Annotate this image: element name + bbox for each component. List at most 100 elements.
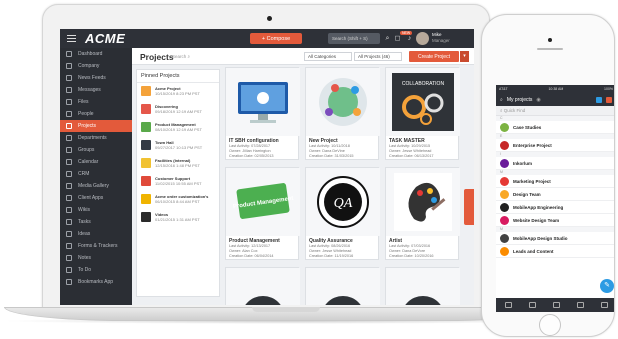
pinned-project-item[interactable]: Customer Support 11/02/2015 10:55 AM PST <box>137 173 219 191</box>
search-icon[interactable]: ⌕ <box>500 97 503 103</box>
projects-filter-select[interactable]: All Projects (46) <box>354 52 402 61</box>
company-icon <box>66 63 72 69</box>
pinned-project-item[interactable]: Acme order customization's 06/10/2015 8:4… <box>137 191 219 209</box>
phone-project-name: Leads and Content <box>513 248 554 254</box>
sidebar-item-ideas[interactable]: Ideas <box>60 228 132 240</box>
project-card[interactable] <box>225 267 300 305</box>
create-dropdown-icon[interactable]: ▾ <box>460 51 469 62</box>
search-icon[interactable]: ⌕ <box>383 34 392 43</box>
sidebar-item-groups[interactable]: Groups <box>60 144 132 156</box>
project-card[interactable] <box>385 267 460 305</box>
sidebar-item-forms-trackers[interactable]: Forms & Trackers <box>60 240 132 252</box>
sidebar-item-media-gallery[interactable]: Media Gallery <box>60 180 132 192</box>
phone-project-row[interactable]: Website Design Team <box>496 214 614 227</box>
sidebar-item-company[interactable]: Company <box>60 60 132 72</box>
pinned-project-item[interactable]: Facilities (Internal) 12/15/2016 1:48 PM … <box>137 155 219 173</box>
sidebar-item-bookmarks-app[interactable]: Bookmarks App <box>60 276 132 288</box>
quick-find-input[interactable]: ⌕ Quick Find <box>496 106 614 116</box>
phone-project-row[interactable]: MobileApp Engineering <box>496 201 614 214</box>
menu-icon[interactable] <box>67 35 76 42</box>
pinned-project-item[interactable]: Discovering 09/18/2019 12:19 AM PST <box>137 101 219 119</box>
compose-fab[interactable]: ✎ <box>600 279 614 293</box>
messages-tab-icon[interactable] <box>552 302 560 308</box>
project-card[interactable]: COLLABORATION TASK MASTER Last Activity: 1… <box>385 67 460 160</box>
laptop-camera <box>267 16 272 21</box>
compose-button[interactable]: + Compose <box>250 33 302 44</box>
project-card-title: Artist <box>389 238 403 244</box>
sidebar-item-tasks[interactable]: Tasks <box>60 216 132 228</box>
sidebar-item-to-do[interactable]: To Do <box>60 264 132 276</box>
pinned-project-item[interactable]: Product Management 08/10/2019 12:19 AM PS… <box>137 119 219 137</box>
sidebar-item-calendar[interactable]: Calendar <box>60 156 132 168</box>
phone-status-bar: AT&T 10:38 AM 100% <box>496 85 614 93</box>
phone-project-row[interactable]: Design Team <box>496 188 614 201</box>
chevron-down-icon[interactable]: ◉ <box>536 97 540 103</box>
sidebar-item-dashboard[interactable]: Dashboard <box>60 48 132 60</box>
project-card[interactable]: Product Management Product Management Last… <box>225 167 300 260</box>
phone-camera <box>548 38 552 42</box>
phone-project-row[interactable]: Marketing Project <box>496 175 614 188</box>
phone-project-row[interactable]: Case Studies <box>496 121 614 134</box>
sidebar-item-news-feeds[interactable]: News Feeds <box>60 72 132 84</box>
home-tab-icon[interactable] <box>504 302 512 308</box>
sidebar-item-notes[interactable]: Notes <box>60 252 132 264</box>
sidebar-item-crm[interactable]: CRM <box>60 168 132 180</box>
project-card[interactable]: QA Quality Assurance Last Activity: 08/26/… <box>305 167 380 260</box>
phone-home-button[interactable] <box>539 314 561 336</box>
bell-icon[interactable]: ♪ <box>405 34 414 43</box>
feedback-tab[interactable] <box>464 189 474 225</box>
notifications-icon[interactable] <box>606 96 612 103</box>
sidebar-item-label: News Feeds <box>78 75 106 81</box>
pinned-project-item[interactable]: Acme Project 10/15/2019 8:23 PM PST <box>137 83 219 101</box>
app-logo[interactable]: ACME <box>85 31 125 46</box>
project-card-title: Product Management <box>229 238 280 244</box>
sidebar-item-label: Bookmarks App <box>78 279 114 285</box>
apps-icon <box>66 195 72 201</box>
pinned-projects-title: Pinned Projects <box>137 70 219 83</box>
project-card[interactable]: IT SBH configuration Last Activity: 07/28… <box>225 67 300 160</box>
sidebar-item-files[interactable]: Files <box>60 96 132 108</box>
project-card[interactable] <box>305 267 380 305</box>
phone-project-row[interactable]: MobileApp Design Studio <box>496 232 614 245</box>
avatar[interactable] <box>416 32 429 45</box>
sidebar-item-messages[interactable]: Messages <box>60 84 132 96</box>
sidebar-item-projects[interactable]: Projects <box>60 120 132 132</box>
user-role: Manager <box>432 37 450 43</box>
people-icon[interactable] <box>596 96 602 103</box>
category-select[interactable]: All Categories <box>304 52 352 61</box>
phone-project-row[interactable]: Inkorlum <box>496 157 614 170</box>
clock: 10:38 AM <box>548 87 564 91</box>
project-card[interactable]: New Project Last Activity: 10/11/2018 Owne… <box>305 67 380 160</box>
phone-header-title[interactable]: My projects <box>507 97 533 103</box>
sidebar-item-people[interactable]: People <box>60 108 132 120</box>
apps-tab-icon[interactable] <box>576 302 584 308</box>
project-card[interactable]: Artist Last Activity: 07/03/2016 Owner: Da… <box>385 167 460 260</box>
user-menu[interactable]: Mike Manager <box>432 32 450 43</box>
project-card-image <box>386 268 460 305</box>
create-project-button[interactable]: Create Project <box>409 51 459 62</box>
page-title: Projects <box>140 52 174 62</box>
sidebar-item-wikis[interactable]: Wikis <box>60 204 132 216</box>
project-avatar <box>500 215 509 225</box>
projects-search[interactable]: Search ⌕ <box>172 54 190 59</box>
feed-tab-icon[interactable] <box>528 302 536 308</box>
sidebar: Dashboard Company News Feeds Messages Files P… <box>60 48 132 305</box>
pinned-project-date: 01/21/2015 1:31 AM PST <box>155 217 200 222</box>
phone-project-row[interactable]: Enterprise Project <box>496 139 614 152</box>
sidebar-item-label: Messages <box>78 87 101 93</box>
more-tab-icon[interactable] <box>600 302 608 308</box>
battery: 100% <box>604 87 613 91</box>
pinned-project-item[interactable]: Town Hall 09/27/2017 10:13 PM PST <box>137 137 219 155</box>
sidebar-item-departments[interactable]: Departments <box>60 132 132 144</box>
project-card-image <box>226 268 300 305</box>
ideas-icon <box>66 231 72 237</box>
phone-frame: AT&T 10:38 AM 100% ⌕ My projects ◉ ⌕ Qui… <box>481 14 615 337</box>
notifications-icon[interactable]: ◻ <box>393 34 402 43</box>
pinned-project-date: 08/10/2019 12:19 AM PST <box>155 127 202 132</box>
pinned-project-text: Facilities (Internal) 12/15/2016 1:48 PM … <box>155 158 200 168</box>
phone-project-row[interactable]: Leads and Content <box>496 245 614 258</box>
global-search-input[interactable]: Search (Shift + S) <box>328 33 380 44</box>
pinned-project-text: Videos 01/21/2015 1:31 AM PST <box>155 212 200 222</box>
pinned-project-item[interactable]: Videos 01/21/2015 1:31 AM PST <box>137 209 219 227</box>
sidebar-item-client-apps[interactable]: Client Apps <box>60 192 132 204</box>
